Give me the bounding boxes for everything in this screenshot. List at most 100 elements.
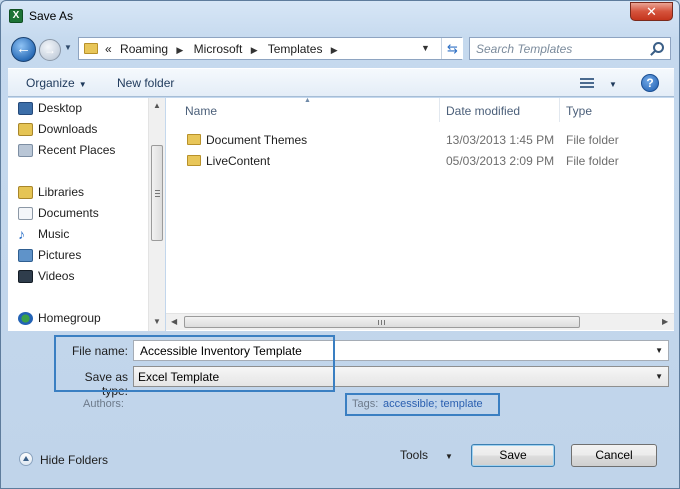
breadcrumb-item-roaming[interactable]: Roaming (120, 42, 168, 56)
libraries-icon (18, 186, 33, 199)
organize-button[interactable]: Organize ▼ (26, 76, 87, 90)
chevron-down-icon: ▼ (655, 372, 663, 381)
hide-folders-label: Hide Folders (40, 453, 109, 467)
breadcrumb: « Roaming ▶ Microsoft ▶ Templates ▶ (105, 42, 345, 56)
nav-item-label: Homegroup (38, 311, 101, 325)
chevron-down-icon: ▼ (421, 43, 430, 53)
nav-item-label: Music (38, 227, 70, 241)
pictures-icon (18, 249, 33, 262)
refresh-button[interactable]: ⇆ (441, 38, 463, 59)
chevron-down-icon: ▼ (78, 80, 87, 89)
excel-icon: X (9, 9, 23, 23)
forward-arrow-icon: → (44, 43, 56, 57)
file-type: File folder (566, 154, 619, 168)
breadcrumb-overflow[interactable]: « (105, 42, 112, 56)
videos-icon (18, 270, 33, 283)
window-title: Save As (29, 9, 74, 23)
nav-item-pictures[interactable]: Pictures (18, 248, 82, 266)
chevron-right-icon[interactable]: ▶ (331, 45, 338, 55)
view-options-dropdown[interactable]: ▼ (605, 76, 617, 90)
new-folder-button[interactable]: New folder (117, 76, 174, 90)
organize-label: Organize (26, 76, 75, 90)
nav-item-desktop[interactable]: Desktop (18, 101, 83, 119)
folder-icon (84, 43, 98, 54)
file-date: 05/03/2013 2:09 PM (446, 154, 555, 168)
file-list: ▲ Name Date modified Type Document Theme… (166, 97, 674, 331)
search-box[interactable] (469, 37, 671, 60)
back-arrow-icon: ← (16, 40, 31, 57)
nav-item-downloads[interactable]: Downloads (18, 122, 98, 140)
address-dropdown[interactable]: ▼ (421, 43, 430, 53)
address-bar[interactable]: « Roaming ▶ Microsoft ▶ Templates ▶ (78, 37, 462, 60)
file-type: File folder (566, 133, 619, 147)
nav-item-homegroup[interactable]: Homegroup (18, 311, 101, 329)
nav-item-music[interactable]: ♪ Music (18, 227, 70, 245)
cancel-button[interactable]: Cancel (571, 444, 657, 467)
collapse-icon (19, 452, 33, 466)
chevron-down-icon[interactable]: ▼ (655, 346, 663, 355)
save-as-dialog: X Save As ✕ ← → ▼ « Roaming ▶ Microsoft … (0, 0, 680, 489)
filename-type-highlight (54, 335, 335, 392)
nav-item-videos[interactable]: Videos (18, 269, 75, 287)
scrollbar-thumb[interactable] (184, 316, 580, 328)
breadcrumb-item-microsoft[interactable]: Microsoft (194, 42, 243, 56)
documents-icon (18, 207, 33, 220)
file-row[interactable]: Document Themes 13/03/2013 1:45 PM File … (166, 130, 674, 150)
scroll-up-icon[interactable]: ▲ (153, 101, 161, 110)
recent-places-icon (18, 144, 33, 157)
navigation-pane: Desktop Downloads Recent Places Librarie… (8, 98, 165, 331)
close-icon: ✕ (646, 4, 657, 19)
command-toolbar: Organize ▼ New folder ▼ ? (8, 68, 674, 97)
breadcrumb-item-templates[interactable]: Templates (268, 42, 323, 56)
recent-pages-dropdown[interactable]: ▼ (64, 43, 74, 55)
tools-button[interactable]: Tools (400, 448, 428, 462)
nav-item-label: Documents (38, 206, 99, 220)
folder-icon (187, 155, 201, 166)
folder-icon (187, 134, 201, 145)
authors-label: Authors: (83, 398, 124, 410)
nav-item-label: Videos (38, 269, 75, 283)
chevron-right-icon[interactable]: ▶ (251, 45, 258, 55)
column-header-name[interactable]: Name (185, 104, 217, 118)
change-view-icon[interactable] (580, 77, 594, 89)
desktop-icon (18, 102, 33, 115)
column-divider[interactable] (559, 98, 560, 122)
close-button[interactable]: ✕ (630, 2, 673, 21)
file-row[interactable]: LiveContent 05/03/2013 2:09 PM File fold… (166, 151, 674, 171)
file-name: Document Themes (206, 133, 308, 147)
nav-item-documents[interactable]: Documents (18, 206, 99, 224)
help-icon[interactable]: ? (641, 74, 659, 92)
nav-item-label: Recent Places (38, 143, 116, 157)
nav-item-label: Downloads (38, 122, 98, 136)
scroll-right-icon[interactable]: ▶ (662, 317, 668, 326)
file-date: 13/03/2013 1:45 PM (446, 133, 555, 147)
nav-item-label: Desktop (38, 101, 83, 115)
nav-item-libraries[interactable]: Libraries (18, 185, 85, 203)
file-list-scrollbar[interactable]: ◀ ▶ (166, 313, 674, 330)
sort-ascending-icon: ▲ (304, 97, 311, 104)
chevron-down-icon[interactable]: ▼ (445, 452, 453, 461)
column-header-date[interactable]: Date modified (446, 104, 520, 118)
refresh-icon: ⇆ (447, 41, 458, 56)
forward-button[interactable]: → (39, 39, 61, 61)
back-button[interactable]: ← (11, 37, 36, 62)
file-name: LiveContent (206, 154, 271, 168)
search-icon[interactable] (653, 42, 664, 53)
chevron-right-icon[interactable]: ▶ (176, 45, 183, 55)
scroll-down-icon[interactable]: ▼ (153, 317, 161, 326)
nav-item-label: Libraries (38, 185, 85, 199)
title-bar: X Save As ✕ (1, 1, 679, 31)
homegroup-icon (18, 312, 33, 325)
save-button[interactable]: Save (471, 444, 555, 467)
nav-item-label: Pictures (38, 248, 82, 262)
tags-highlight (345, 393, 500, 416)
search-input[interactable] (474, 40, 644, 57)
nav-item-recent-places[interactable]: Recent Places (18, 143, 116, 161)
column-header-type[interactable]: Type (566, 104, 592, 118)
scrollbar-thumb[interactable] (151, 145, 163, 241)
scroll-left-icon[interactable]: ◀ (171, 317, 177, 326)
navigation-scrollbar[interactable]: ▲ ▼ (148, 98, 165, 331)
chevron-down-icon: ▼ (64, 43, 72, 52)
chevron-down-icon: ▼ (609, 80, 617, 89)
column-divider[interactable] (439, 98, 440, 122)
